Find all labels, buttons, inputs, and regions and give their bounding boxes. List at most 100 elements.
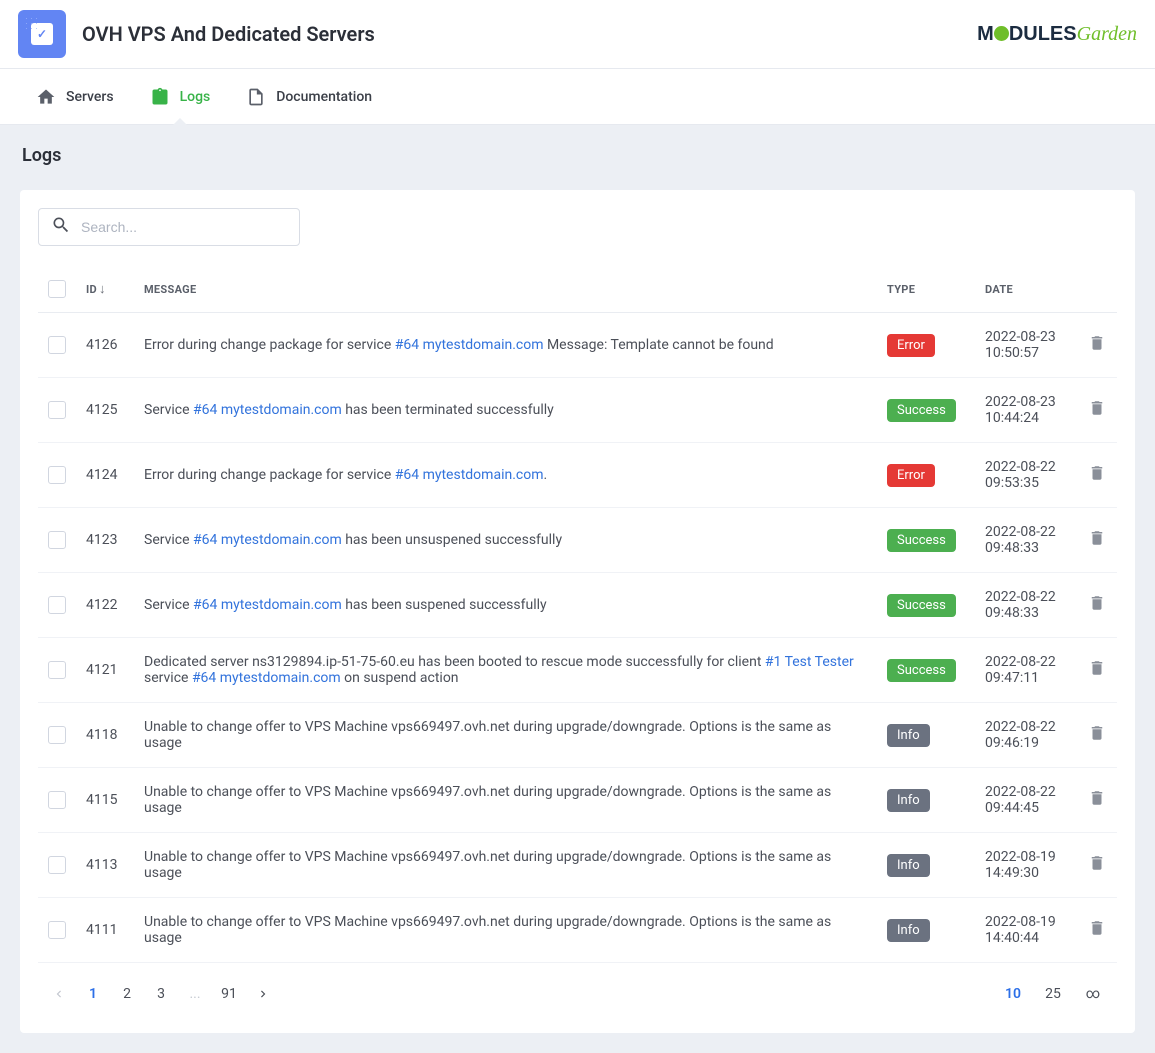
- col-header-date[interactable]: DATE: [975, 266, 1077, 313]
- table-row: 4115Unable to change offer to VPS Machin…: [38, 768, 1117, 833]
- topbar: ✓ OVH VPS And Dedicated Servers MDULESGa…: [0, 0, 1155, 69]
- type-badge: Success: [887, 529, 956, 552]
- message-link[interactable]: #64 mytestdomain.com: [193, 402, 342, 418]
- message-link[interactable]: #64 mytestdomain.com: [395, 467, 544, 483]
- logo-globe-icon: [994, 26, 1009, 41]
- row-date: 2022-08-22 09:47:11: [975, 638, 1077, 703]
- nav-tab-label: Logs: [180, 89, 211, 105]
- page-number-button[interactable]: 3: [144, 977, 178, 1011]
- trash-icon[interactable]: [1088, 528, 1106, 548]
- row-message: Service #64 mytestdomain.com has been un…: [134, 508, 877, 573]
- row-id: 4115: [76, 768, 134, 833]
- trash-icon[interactable]: [1088, 398, 1106, 418]
- type-badge: Success: [887, 594, 956, 617]
- type-badge: Info: [887, 854, 930, 877]
- message-link[interactable]: #1 Test Tester: [765, 654, 854, 670]
- row-date: 2022-08-19 14:40:44: [975, 898, 1077, 963]
- table-row: 4125Service #64 mytestdomain.com has bee…: [38, 378, 1117, 443]
- nav-tab-label: Documentation: [276, 89, 372, 105]
- row-id: 4123: [76, 508, 134, 573]
- page-title: Logs: [20, 145, 1135, 166]
- nav-tab-logs[interactable]: Logs: [132, 69, 229, 125]
- trash-icon[interactable]: [1088, 593, 1106, 613]
- trash-icon[interactable]: [1088, 723, 1106, 743]
- row-message: Service #64 mytestdomain.com has been su…: [134, 573, 877, 638]
- table-row: 4122Service #64 mytestdomain.com has bee…: [38, 573, 1117, 638]
- row-message: Unable to change offer to VPS Machine vp…: [134, 703, 877, 768]
- row-message: Service #64 mytestdomain.com has been te…: [134, 378, 877, 443]
- row-checkbox[interactable]: [48, 921, 66, 939]
- search-box[interactable]: [38, 208, 300, 246]
- row-id: 4125: [76, 378, 134, 443]
- col-header-message[interactable]: MESSAGE: [134, 266, 877, 313]
- table-row: 4111Unable to change offer to VPS Machin…: [38, 898, 1117, 963]
- page-next-button[interactable]: [246, 977, 280, 1011]
- row-checkbox[interactable]: [48, 466, 66, 484]
- row-id: 4122: [76, 573, 134, 638]
- row-checkbox[interactable]: [48, 856, 66, 874]
- row-id: 4113: [76, 833, 134, 898]
- row-message: Unable to change offer to VPS Machine vp…: [134, 833, 877, 898]
- search-icon: [51, 215, 71, 239]
- select-all-checkbox[interactable]: [48, 280, 66, 298]
- row-message: Dedicated server ns3129894.ip-51-75-60.e…: [134, 638, 877, 703]
- table-row: 4123Service #64 mytestdomain.com has bee…: [38, 508, 1117, 573]
- logs-card: ID↓ MESSAGE TYPE DATE 4126Error during c…: [20, 190, 1135, 1033]
- type-badge: Info: [887, 724, 930, 747]
- trash-icon[interactable]: [1088, 658, 1106, 678]
- row-date: 2022-08-22 09:48:33: [975, 573, 1077, 638]
- message-link[interactable]: #64 mytestdomain.com: [192, 670, 341, 686]
- row-id: 4124: [76, 443, 134, 508]
- row-checkbox[interactable]: [48, 726, 66, 744]
- row-date: 2022-08-19 14:49:30: [975, 833, 1077, 898]
- app-title: OVH VPS And Dedicated Servers: [82, 22, 375, 46]
- page-number-button[interactable]: 1: [76, 977, 110, 1011]
- row-checkbox[interactable]: [48, 596, 66, 614]
- row-date: 2022-08-22 09:46:19: [975, 703, 1077, 768]
- trash-icon[interactable]: [1088, 918, 1106, 938]
- sort-desc-icon: ↓: [99, 282, 106, 297]
- message-link[interactable]: #64 mytestdomain.com: [395, 337, 544, 353]
- row-date: 2022-08-22 09:53:35: [975, 443, 1077, 508]
- page-number-button[interactable]: 91: [212, 977, 246, 1011]
- navbar: Servers Logs Documentation: [0, 69, 1155, 125]
- row-checkbox[interactable]: [48, 401, 66, 419]
- nav-tab-servers[interactable]: Servers: [18, 69, 132, 125]
- page-size-option[interactable]: 10: [993, 977, 1033, 1011]
- document-icon: [246, 87, 266, 107]
- nav-tab-label: Servers: [66, 89, 114, 105]
- table-row: 4118Unable to change offer to VPS Machin…: [38, 703, 1117, 768]
- table-row: 4126Error during change package for serv…: [38, 313, 1117, 378]
- row-checkbox[interactable]: [48, 336, 66, 354]
- search-input[interactable]: [81, 219, 287, 235]
- row-checkbox[interactable]: [48, 531, 66, 549]
- row-id: 4121: [76, 638, 134, 703]
- row-date: 2022-08-22 09:44:45: [975, 768, 1077, 833]
- nav-tab-documentation[interactable]: Documentation: [228, 69, 390, 125]
- trash-icon[interactable]: [1088, 788, 1106, 808]
- page-size-option[interactable]: ∞: [1073, 977, 1113, 1011]
- row-id: 4118: [76, 703, 134, 768]
- message-link[interactable]: #64 mytestdomain.com: [193, 532, 342, 548]
- type-badge: Error: [887, 334, 935, 357]
- page-prev-button[interactable]: [42, 977, 76, 1011]
- table-row: 4124Error during change package for serv…: [38, 443, 1117, 508]
- app-icon: ✓: [18, 10, 66, 58]
- row-message: Error during change package for service …: [134, 443, 877, 508]
- trash-icon[interactable]: [1088, 853, 1106, 873]
- row-id: 4111: [76, 898, 134, 963]
- row-checkbox[interactable]: [48, 661, 66, 679]
- message-link[interactable]: #64 mytestdomain.com: [193, 597, 342, 613]
- page-number-button[interactable]: 2: [110, 977, 144, 1011]
- table-row: 4113Unable to change offer to VPS Machin…: [38, 833, 1117, 898]
- home-icon: [36, 87, 56, 107]
- col-header-type[interactable]: TYPE: [877, 266, 975, 313]
- trash-icon[interactable]: [1088, 463, 1106, 483]
- trash-icon[interactable]: [1088, 333, 1106, 353]
- col-header-id[interactable]: ID↓: [76, 266, 134, 313]
- row-date: 2022-08-23 10:44:24: [975, 378, 1077, 443]
- row-checkbox[interactable]: [48, 791, 66, 809]
- type-badge: Success: [887, 659, 956, 682]
- type-badge: Info: [887, 919, 930, 942]
- page-size-option[interactable]: 25: [1033, 977, 1073, 1011]
